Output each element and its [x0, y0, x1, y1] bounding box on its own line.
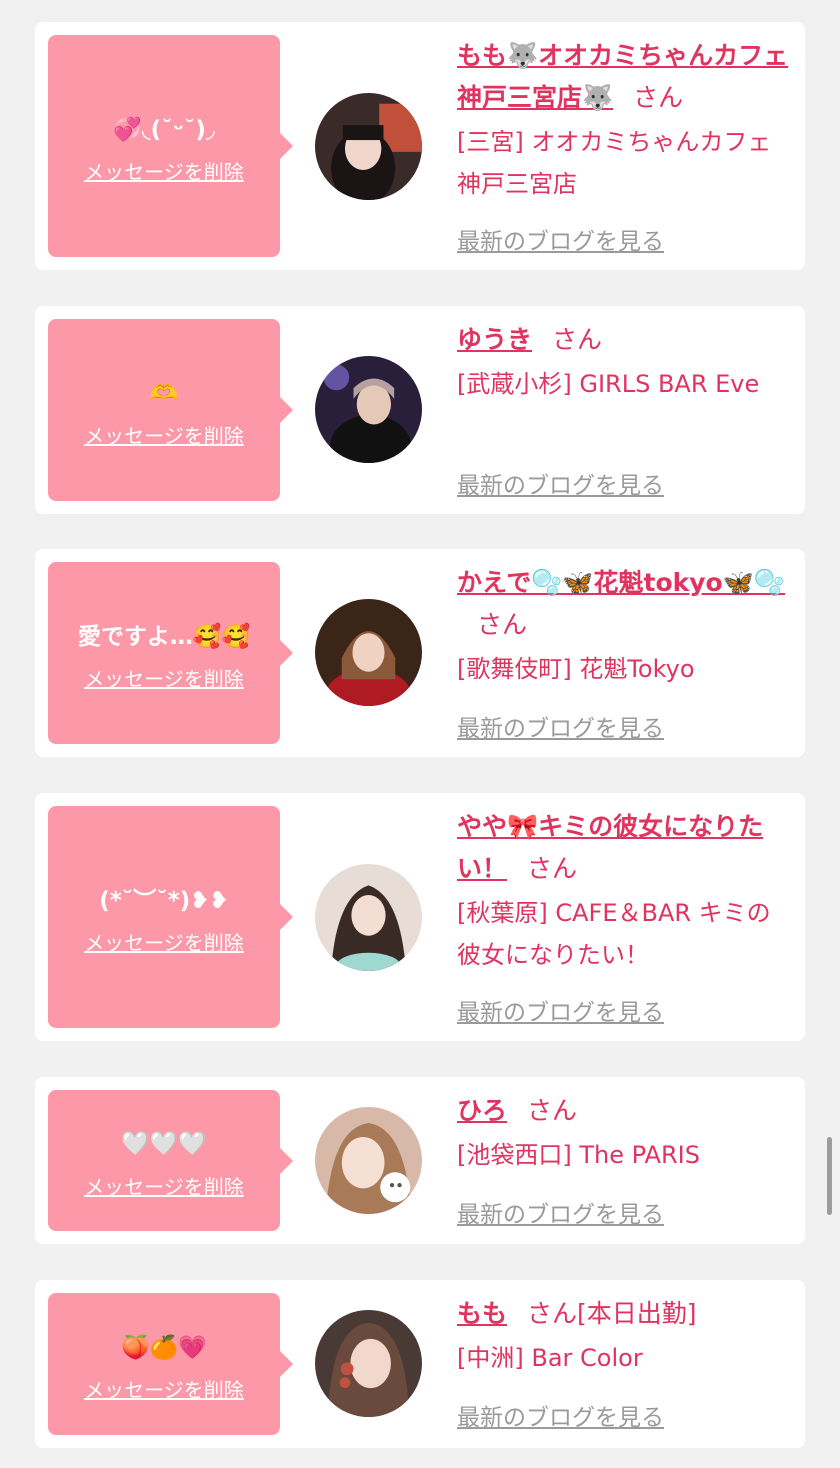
- latest-blog-link[interactable]: 最新のブログを見る: [457, 1398, 664, 1432]
- scrollbar[interactable]: [827, 1137, 832, 1215]
- shop-name: [武蔵小杉] GIRLS BAR Eve: [457, 370, 760, 398]
- san-suffix: さん: [552, 325, 603, 354]
- message-bubble: 愛ですよ…🥰🥰 メッセージを削除: [48, 562, 293, 744]
- message-text: (*˘︶˘*)❥❥: [99, 887, 229, 914]
- delete-message-link[interactable]: メッセージを削除: [84, 1374, 244, 1403]
- avatar[interactable]: [315, 356, 422, 463]
- cast-info: やや🎀キミの彼女になりたい！ さん [秋葉原] CAFE＆BAR キミの彼女になり…: [457, 806, 792, 976]
- latest-blog-link[interactable]: 最新のブログを見る: [457, 1195, 664, 1229]
- san-suffix: さん: [527, 1299, 578, 1328]
- cast-name-link[interactable]: もも: [457, 1299, 507, 1328]
- message-text: 🤍🤍🤍: [121, 1131, 207, 1158]
- latest-blog-link[interactable]: 最新のブログを見る: [457, 709, 664, 743]
- san-suffix: さん: [633, 83, 684, 112]
- cast-name-link[interactable]: ひろ: [457, 1096, 507, 1125]
- message-bubble: 💞◟(˘ᵕ˘)◞ メッセージを削除: [48, 35, 293, 257]
- avatar-photo-icon: [315, 356, 422, 463]
- cast-info: かえで🫧🦋花魁tokyo🦋🫧 さん [歌舞伎町] 花魁Tokyo: [457, 562, 792, 690]
- favorite-card: 愛ですよ…🥰🥰 メッセージを削除 かえで🫧🦋花魁tokyo🦋🫧 さん [歌舞伎町]…: [35, 549, 805, 757]
- message-text: 愛ですよ…🥰🥰: [77, 623, 251, 650]
- avatar[interactable]: [315, 599, 422, 706]
- san-suffix: さん: [527, 854, 578, 883]
- shop-name: [中洲] Bar Color: [457, 1344, 643, 1372]
- cast-info: ひろ さん [池袋西口] The PARIS: [457, 1090, 792, 1176]
- san-suffix: さん: [477, 610, 528, 639]
- cast-info: ゆうき さん [武蔵小杉] GIRLS BAR Eve: [457, 319, 792, 405]
- cast-name-link[interactable]: やや🎀キミの彼女になりたい！: [457, 812, 763, 883]
- avatar-photo-icon: [315, 1107, 422, 1214]
- cast-name-link[interactable]: もも🐺オオカミちゃんカフェ神戸三宮店🐺: [457, 41, 788, 112]
- status-suffix: [本日出勤]: [577, 1299, 697, 1328]
- message-bubble: 🍑🍊💗 メッセージを削除: [48, 1293, 293, 1435]
- message-bubble: 🫶 メッセージを削除: [48, 319, 293, 501]
- favorite-card: 🫶 メッセージを削除 ゆうき さん [武蔵小杉] GIRLS BAR Eve 最新…: [35, 306, 805, 514]
- favorite-card: 💞◟(˘ᵕ˘)◞ メッセージを削除 もも🐺オオカミちゃんカフェ神戸三宮店🐺 さん …: [35, 22, 805, 270]
- message-bubble: (*˘︶˘*)❥❥ メッセージを削除: [48, 806, 293, 1028]
- avatar[interactable]: [315, 1107, 422, 1214]
- latest-blog-link[interactable]: 最新のブログを見る: [457, 466, 664, 500]
- avatar-photo-icon: [315, 599, 422, 706]
- delete-message-link[interactable]: メッセージを削除: [84, 927, 244, 956]
- delete-message-link[interactable]: メッセージを削除: [84, 1171, 244, 1200]
- cast-info: もも さん[本日出勤] [中洲] Bar Color: [457, 1293, 792, 1379]
- message-text: 🫶: [149, 380, 179, 407]
- shop-name: [歌舞伎町] 花魁Tokyo: [457, 655, 695, 683]
- cast-info: もも🐺オオカミちゃんカフェ神戸三宮店🐺 さん [三宮] オオカミちゃんカフェ神戸三…: [457, 35, 792, 205]
- message-bubble: 🤍🤍🤍 メッセージを削除: [48, 1090, 293, 1231]
- avatar-photo-icon: [315, 864, 422, 971]
- delete-message-link[interactable]: メッセージを削除: [84, 663, 244, 692]
- favorite-card: (*˘︶˘*)❥❥ メッセージを削除 やや🎀キミの彼女になりたい！ さん [秋葉原…: [35, 793, 805, 1041]
- shop-name: [秋葉原] CAFE＆BAR キミの彼女になりたい！: [457, 899, 771, 969]
- favorite-card: 🍑🍊💗 メッセージを削除 もも さん[本日出勤] [中洲] Bar Color 最…: [35, 1280, 805, 1448]
- delete-message-link[interactable]: メッセージを削除: [84, 156, 244, 185]
- delete-message-link[interactable]: メッセージを削除: [84, 420, 244, 449]
- cast-name-link[interactable]: ゆうき: [457, 325, 532, 354]
- avatar[interactable]: [315, 864, 422, 971]
- message-text: 🍑🍊💗: [121, 1334, 207, 1361]
- avatar[interactable]: [315, 93, 422, 200]
- avatar-photo-icon: [315, 1310, 422, 1417]
- avatar-photo-icon: [315, 93, 422, 200]
- cast-name-link[interactable]: かえで🫧🦋花魁tokyo🦋🫧: [457, 568, 785, 597]
- avatar[interactable]: [315, 1310, 422, 1417]
- shop-name: [池袋西口] The PARIS: [457, 1141, 700, 1169]
- latest-blog-link[interactable]: 最新のブログを見る: [457, 222, 664, 256]
- message-text: 💞◟(˘ᵕ˘)◞: [113, 116, 215, 143]
- favorite-card: 🤍🤍🤍 メッセージを削除 ひろ さん [池袋西口] The PARIS 最新のブロ…: [35, 1077, 805, 1244]
- san-suffix: さん: [527, 1096, 578, 1125]
- shop-name: [三宮] オオカミちゃんカフェ神戸三宮店: [457, 128, 772, 198]
- latest-blog-link[interactable]: 最新のブログを見る: [457, 993, 664, 1027]
